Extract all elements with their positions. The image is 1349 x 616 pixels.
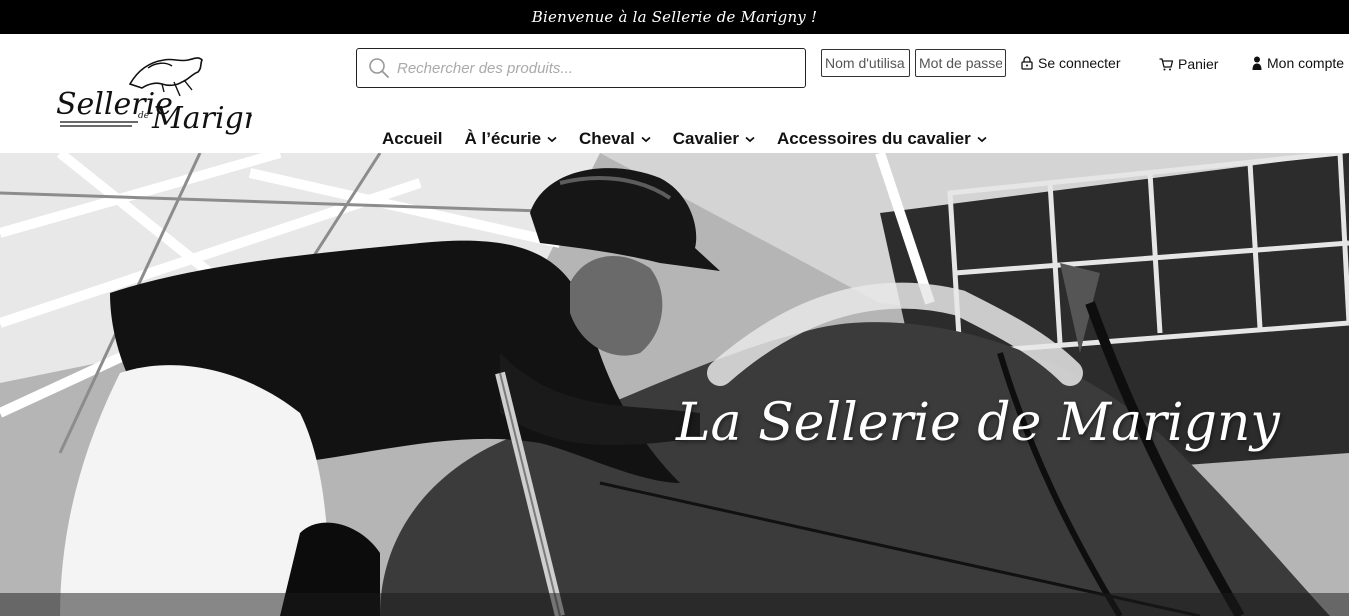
login-label: Se connecter (1038, 55, 1121, 71)
nav-item-label: Cheval (579, 129, 635, 148)
hero-banner: La Sellerie de Marigny (0, 153, 1349, 616)
svg-text:Marigny: Marigny (151, 101, 252, 136)
search-icon (369, 58, 389, 78)
password-field[interactable] (915, 49, 1006, 77)
lock-icon (1021, 56, 1033, 70)
search-input[interactable] (397, 59, 797, 77)
horse-logo-icon: Sellerie de Marigny (56, 57, 252, 136)
nav-item-accueil[interactable]: Accueil (382, 128, 442, 150)
hero-title: La Sellerie de Marigny (676, 393, 1280, 453)
nav-item-label: À l’écurie (464, 129, 542, 148)
chevron-down-icon (977, 136, 987, 142)
announcement-bar: Bienvenue à la Sellerie de Marigny ! (0, 0, 1349, 34)
main-nav: Accueil À l’écurie Cheval Cavalier Acces… (382, 128, 1009, 150)
nav-item-cheval[interactable]: Cheval (579, 128, 651, 150)
nav-item-label: Accueil (382, 129, 443, 148)
account-link[interactable]: Mon compte (1252, 54, 1344, 72)
product-search[interactable] (356, 48, 806, 88)
nav-item-label: Accessoires du cavalier (776, 129, 971, 148)
chevron-down-icon (745, 136, 755, 142)
cart-label: Panier (1178, 56, 1219, 72)
chevron-down-icon (547, 136, 557, 142)
chevron-down-icon (641, 136, 651, 142)
nav-item-ecurie[interactable]: À l’écurie (464, 128, 557, 150)
nav-item-cavalier[interactable]: Cavalier (673, 128, 755, 150)
user-icon (1252, 56, 1262, 70)
announcement-text: Bienvenue à la Sellerie de Marigny ! (531, 8, 818, 26)
login-link[interactable]: Se connecter (1021, 54, 1121, 72)
username-field[interactable] (821, 49, 910, 77)
site-header: Sellerie de Marigny Se connecter Panier (0, 34, 1349, 153)
account-label: Mon compte (1267, 55, 1345, 71)
cart-link[interactable]: Panier (1159, 55, 1218, 73)
nav-item-label: Cavalier (672, 129, 739, 148)
cart-icon (1159, 57, 1173, 70)
svg-text:de: de (138, 111, 149, 121)
hero-photo (0, 153, 1349, 616)
site-logo[interactable]: Sellerie de Marigny (52, 56, 252, 140)
nav-item-accessoires[interactable]: Accessoires du cavalier (777, 128, 987, 150)
